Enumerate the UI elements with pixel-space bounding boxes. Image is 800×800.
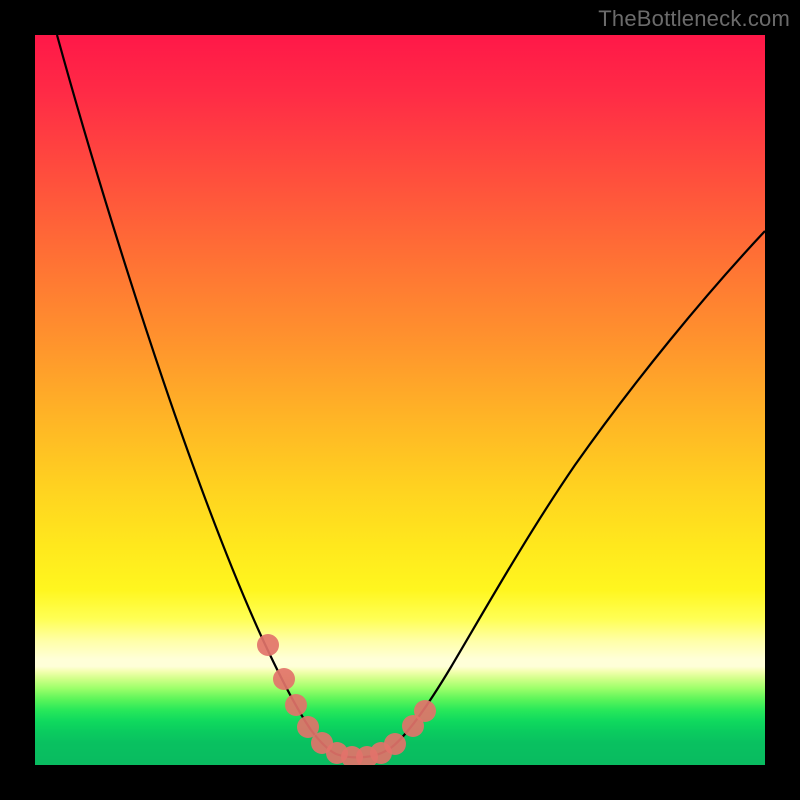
curve-layer <box>35 35 765 765</box>
watermark-text: TheBottleneck.com <box>598 6 790 32</box>
plot-area <box>35 35 765 765</box>
highlight-markers <box>257 634 436 765</box>
chart-frame: TheBottleneck.com <box>0 0 800 800</box>
bottleneck-curve-path <box>57 35 765 757</box>
